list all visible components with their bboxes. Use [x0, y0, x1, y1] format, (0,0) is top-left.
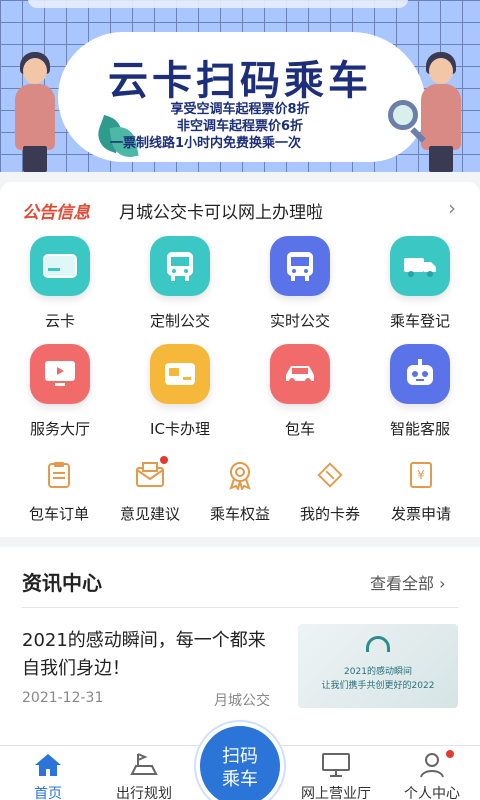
tab-label: 出行规划 [116, 786, 172, 800]
scan-to-ride-button[interactable]: 扫码 乘车 [196, 722, 284, 800]
bus-icon [270, 236, 330, 296]
ic-card-icon [150, 344, 210, 404]
robot-icon [390, 344, 450, 404]
service-label: 智能客服 [389, 420, 450, 438]
bus-icon [150, 236, 210, 296]
ticket-icon [315, 460, 345, 490]
invoice-icon: ¥ [406, 460, 436, 490]
user-icon [417, 751, 447, 779]
monitor-icon [30, 344, 90, 404]
route-icon [129, 751, 159, 779]
scan-button-label: 乘车 [222, 769, 258, 790]
tab-profile[interactable]: 个人中心 [384, 746, 480, 800]
svg-text:¥: ¥ [417, 468, 425, 482]
news-section-title: 资讯中心 [22, 571, 102, 595]
shortcut-label: 我的卡券 [299, 505, 360, 523]
service-label: 实时公交 [269, 312, 330, 330]
service-ic-card[interactable]: IC卡办理 [120, 344, 240, 444]
service-charter[interactable]: 包车 [240, 344, 360, 444]
truck-icon [390, 236, 450, 296]
tab-trip-planning[interactable]: 出行规划 [96, 746, 192, 800]
service-label: 服务大厅 [29, 420, 90, 438]
shortcut-label: 意见建议 [119, 505, 180, 523]
desktop-icon [321, 751, 351, 779]
thumbnail-caption: 让我们携手共创更好的2022 [321, 681, 435, 691]
shortcut-my-coupons[interactable]: 我的卡券 [284, 460, 376, 540]
article-thumbnail[interactable]: 2021的感动瞬间 让我们携手共创更好的2022 [298, 624, 458, 708]
car-icon [270, 344, 330, 404]
news-section: 资讯中心 查看全部 › 2021的感动瞬间，每一个都来自我们身边！ 2021-1… [0, 547, 480, 747]
service-hall[interactable]: 服务大厅 [0, 344, 120, 444]
shortcut-ride-benefits[interactable]: 乘车权益 [194, 460, 286, 540]
tab-label: 网上营业厅 [301, 786, 371, 800]
service-label: 包车 [284, 420, 315, 438]
search-bar-edge[interactable] [28, 0, 408, 8]
service-ride-register[interactable]: 乘车登记 [360, 236, 480, 336]
banner-line-3: 一票制线路1小时内免费换乘一次 [110, 136, 302, 151]
shortcut-charter-orders[interactable]: 包车订单 [13, 460, 105, 540]
chevron-right-icon[interactable]: › [448, 196, 456, 220]
logo-icon [366, 636, 390, 652]
tab-online-hall[interactable]: 网上营业厅 [288, 746, 384, 800]
notice-text[interactable]: 月城公交卡可以网上办理啦 [119, 198, 323, 223]
service-label: IC卡办理 [150, 420, 210, 438]
tab-label: 个人中心 [404, 786, 460, 800]
divider [22, 607, 458, 608]
article-source: 月城公交 [214, 693, 270, 709]
promo-banner[interactable]: 云卡扫码乘车 享受空调车起程票价8折 非空调车起程票价6折 一票制线路1小时内免… [0, 0, 480, 172]
shortcut-label: 乘车权益 [209, 505, 270, 523]
shortcut-label: 发票申请 [390, 505, 451, 523]
tab-home[interactable]: 首页 [0, 746, 96, 800]
tab-label: 首页 [34, 786, 62, 800]
thumbnail-caption: 2021的感动瞬间 [344, 667, 412, 677]
shortcut-label: 包车订单 [28, 505, 89, 523]
service-smart-support[interactable]: 智能客服 [360, 344, 480, 444]
service-cloud-card[interactable]: 云卡 [0, 236, 120, 336]
service-label: 云卡 [44, 312, 75, 330]
shortcut-feedback[interactable]: 意见建议 [104, 456, 196, 540]
notice-tag: 公告信息 [22, 203, 90, 223]
notification-dot [446, 750, 454, 758]
view-all-link[interactable]: 查看全部 › [370, 570, 446, 594]
medal-icon [225, 460, 255, 490]
service-realtime-bus[interactable]: 实时公交 [240, 236, 360, 336]
mail-icon [135, 460, 165, 490]
home-icon [33, 751, 63, 779]
article-title[interactable]: 2021的感动瞬间，每一个都来自我们身边！ [22, 627, 282, 683]
service-custom-bus[interactable]: 定制公交 [120, 236, 240, 336]
service-label: 乘车登记 [389, 312, 450, 330]
article-date: 2021-12-31 [22, 690, 104, 706]
notice-bar[interactable]: 公告信息 月城公交卡可以网上办理啦 › [0, 182, 480, 236]
card-icon [30, 236, 90, 296]
shortcut-invoice-request[interactable]: ¥ 发票申请 [375, 460, 467, 540]
order-icon [44, 460, 74, 490]
services-card: 公告信息 月城公交卡可以网上办理啦 › 云卡 定制公交 实时公交 乘车登记 服务… [0, 182, 480, 537]
service-label: 定制公交 [149, 312, 210, 330]
notification-dot [160, 456, 168, 464]
